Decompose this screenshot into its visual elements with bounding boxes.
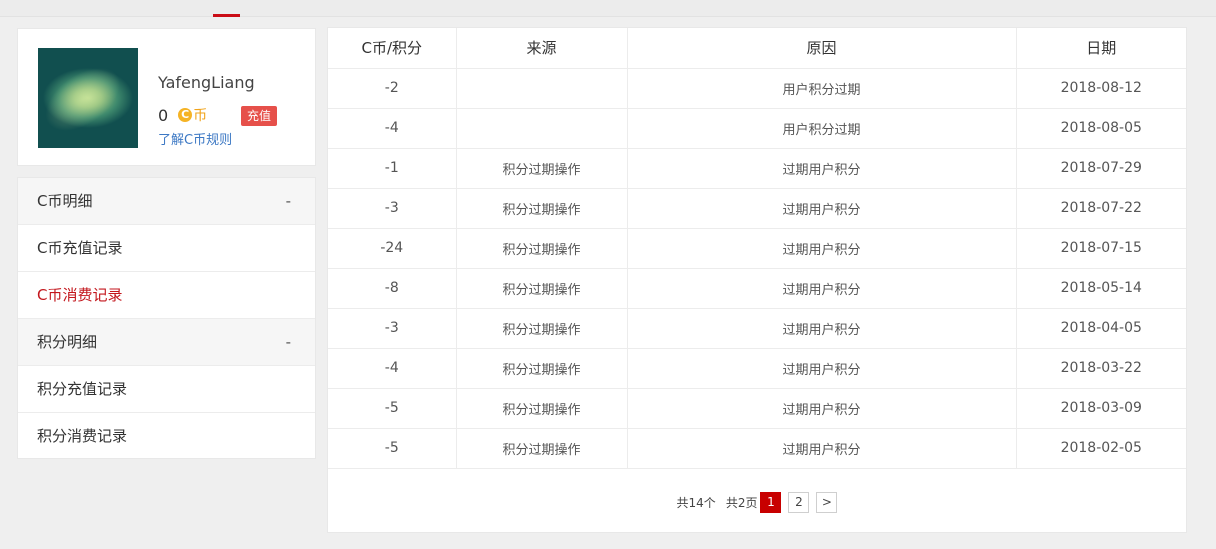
page-button-2[interactable]: 2 (788, 491, 810, 513)
pagination-total-items: 共14个 (676, 495, 716, 510)
cell-date: 2018-08-12 (1016, 68, 1186, 109)
cell-date: 2018-03-22 (1016, 348, 1186, 389)
table-header-row: C币/积分 来源 原因 日期 (328, 28, 1186, 69)
next-page-button[interactable]: > (816, 491, 838, 513)
cell-source: 积分过期操作 (456, 148, 628, 189)
top-nav-bar (0, 0, 1216, 17)
cell-reason: 过期用户积分 (627, 188, 1017, 229)
cell-date: 2018-07-29 (1016, 148, 1186, 189)
cell-reason: 用户积分过期 (627, 108, 1017, 149)
coin-balance: 0 C 币 (158, 105, 207, 125)
collapse-icon[interactable]: - (286, 178, 291, 225)
cell-source: 积分过期操作 (456, 268, 628, 309)
cell-amount: -4 (328, 108, 457, 149)
cell-date: 2018-04-05 (1016, 308, 1186, 349)
table-row: -1 积分过期操作 过期用户积分 2018-07-29 (328, 148, 1186, 189)
cell-reason: 过期用户积分 (627, 348, 1017, 389)
column-header-source: 来源 (456, 28, 628, 69)
cell-amount: -3 (328, 188, 457, 229)
table-row: -4 积分过期操作 过期用户积分 2018-03-22 (328, 348, 1186, 389)
cell-amount: -5 (328, 428, 457, 469)
column-header-reason: 原因 (627, 28, 1017, 69)
column-header-date: 日期 (1016, 28, 1186, 69)
cell-date: 2018-02-05 (1016, 428, 1186, 469)
cell-reason: 过期用户积分 (627, 388, 1017, 429)
side-menu: C币明细 - C币充值记录 C币消费记录 积分明细 - 积分充值记录 积分消费记… (17, 177, 316, 459)
table-row: -5 积分过期操作 过期用户积分 2018-03-09 (328, 388, 1186, 429)
menu-group-coin-detail[interactable]: C币明细 - (18, 178, 315, 225)
cell-amount: -24 (328, 228, 457, 269)
pagination-total-pages: 共2页 (725, 495, 758, 510)
cell-source (456, 68, 628, 109)
cell-reason: 过期用户积分 (627, 148, 1017, 189)
cell-amount: -5 (328, 388, 457, 429)
table-row: -3 积分过期操作 过期用户积分 2018-04-05 (328, 308, 1186, 349)
coin-icon: C (178, 108, 193, 122)
coin-unit: 币 (193, 108, 208, 124)
cell-amount: -2 (328, 68, 457, 109)
cell-amount: -1 (328, 148, 457, 189)
cell-source: 积分过期操作 (456, 388, 628, 429)
cell-source: 积分过期操作 (456, 428, 628, 469)
cell-date: 2018-05-14 (1016, 268, 1186, 309)
collapse-icon[interactable]: - (286, 319, 291, 366)
menu-item-coin-consume[interactable]: C币消费记录 (18, 272, 315, 319)
cell-source (456, 108, 628, 149)
menu-item-points-recharge[interactable]: 积分充值记录 (18, 366, 315, 413)
cell-reason: 过期用户积分 (627, 268, 1017, 309)
recharge-button[interactable]: 充值 (241, 106, 277, 126)
coin-count: 0 (158, 105, 169, 125)
records-panel: C币/积分 来源 原因 日期 -2 用户积分过期 2018-08-12 -4 用… (327, 27, 1187, 533)
cell-reason: 用户积分过期 (627, 68, 1017, 109)
pagination: 共14个 共2页 1 2 > (328, 489, 1186, 515)
table-row: -2 用户积分过期 2018-08-12 (328, 68, 1186, 109)
top-nav-active-indicator (213, 14, 240, 17)
cell-source: 积分过期操作 (456, 348, 628, 389)
cell-amount: -3 (328, 308, 457, 349)
cell-source: 积分过期操作 (456, 188, 628, 229)
table-row: -3 积分过期操作 过期用户积分 2018-07-22 (328, 188, 1186, 229)
menu-item-points-consume[interactable]: 积分消费记录 (18, 413, 315, 460)
cell-amount: -8 (328, 268, 457, 309)
cell-reason: 过期用户积分 (627, 308, 1017, 349)
table-row: -5 积分过期操作 过期用户积分 2018-02-05 (328, 428, 1186, 469)
cell-date: 2018-07-15 (1016, 228, 1186, 269)
menu-group-label: C币明细 (37, 192, 93, 210)
menu-item-coin-recharge[interactable]: C币充值记录 (18, 225, 315, 272)
cell-reason: 过期用户积分 (627, 228, 1017, 269)
coin-rules-link[interactable]: 了解C币规则 (158, 129, 232, 148)
menu-group-points-detail[interactable]: 积分明细 - (18, 319, 315, 366)
page-button-1[interactable]: 1 (760, 491, 782, 513)
cell-reason: 过期用户积分 (627, 428, 1017, 469)
menu-group-label: 积分明细 (37, 333, 98, 351)
username: YafengLiang (158, 73, 255, 92)
cell-source: 积分过期操作 (456, 308, 628, 349)
cell-date: 2018-03-09 (1016, 388, 1186, 429)
column-header-amount: C币/积分 (328, 28, 457, 69)
table-row: -8 积分过期操作 过期用户积分 2018-05-14 (328, 268, 1186, 309)
cell-date: 2018-07-22 (1016, 188, 1186, 229)
cell-date: 2018-08-05 (1016, 108, 1186, 149)
cell-source: 积分过期操作 (456, 228, 628, 269)
profile-card: YafengLiang 0 C 币 充值 了解C币规则 (17, 28, 316, 166)
records-table: C币/积分 来源 原因 日期 -2 用户积分过期 2018-08-12 -4 用… (328, 28, 1186, 469)
table-row: -4 用户积分过期 2018-08-05 (328, 108, 1186, 149)
cell-amount: -4 (328, 348, 457, 389)
avatar[interactable] (38, 48, 138, 148)
table-row: -24 积分过期操作 过期用户积分 2018-07-15 (328, 228, 1186, 269)
